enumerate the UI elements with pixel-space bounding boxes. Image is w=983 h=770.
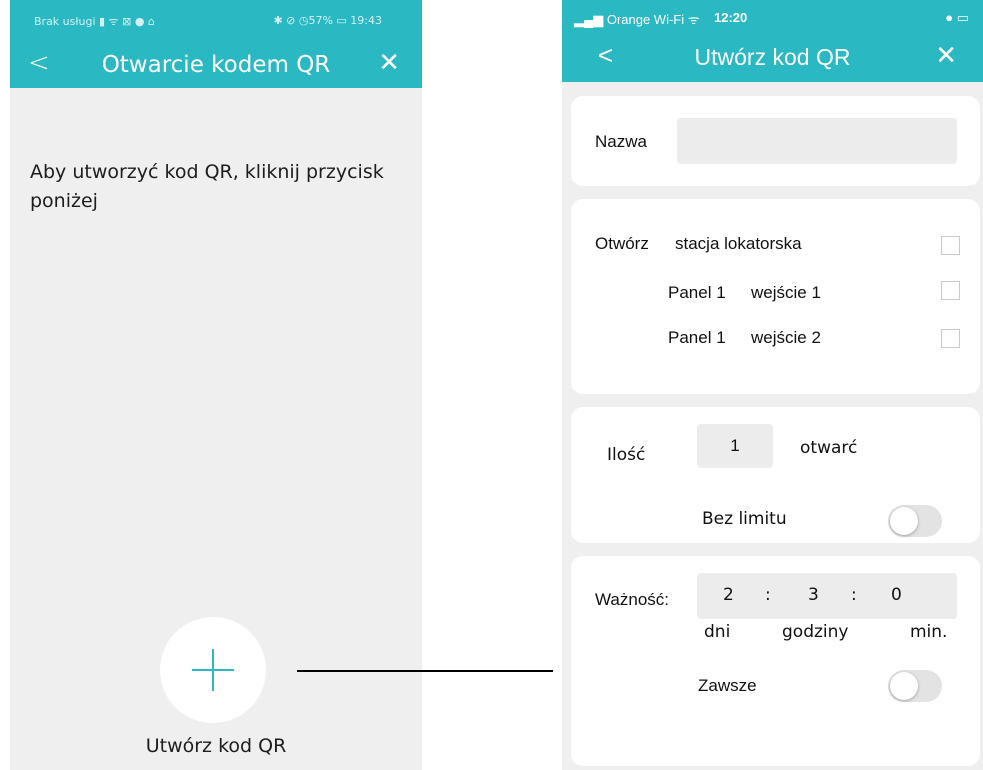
days-unit: dni (704, 622, 731, 642)
no-limit-label: Bez limitu (702, 509, 787, 529)
no-limit-toggle[interactable] (888, 505, 942, 537)
page-title: Otwarcie kodem QR (101, 52, 331, 78)
validity-separator: : (765, 585, 771, 605)
connector-line (297, 670, 553, 672)
plus-icon-vertical (212, 649, 214, 691)
open-card: Otwórz stacja lokatorska Panel 1 wejście… (571, 199, 980, 394)
entry-name: wejście 2 (751, 328, 821, 347)
hours-unit: godziny (782, 622, 849, 642)
right-phone-screen: ▂▄▆ Orange Wi-Fi ᯤ 12:20 ● ▭ < Utwórz ko… (562, 0, 983, 770)
validity-days: 2 (723, 585, 734, 605)
always-label: Zawsze (698, 676, 757, 695)
entry-name: wejście 1 (751, 283, 821, 302)
validity-card: Ważność: 2 : 3 : 0 dni godziny min. Zaws… (571, 556, 980, 766)
status-bar: Brak usługi ▮ ᯤ ⊠ ● ⌂ ✱ ⊘ ◷57% ▭ 19:43 (10, 0, 422, 40)
validity-hours: 3 (808, 585, 819, 605)
minutes-unit: min. (910, 622, 948, 642)
left-phone-screen: Brak usługi ▮ ᯤ ⊠ ● ⌂ ✱ ⊘ ◷57% ▭ 19:43 <… (10, 0, 422, 770)
validity-input[interactable]: 2 : 3 : 0 (697, 573, 957, 619)
instruction-text: Aby utworzyć kod QR, kliknij przycisk po… (30, 161, 384, 212)
toggle-knob (890, 507, 918, 535)
page-title: Utwórz kod QR (694, 44, 851, 70)
nav-bar: < Utwórz kod QR ✕ (562, 36, 983, 82)
name-input[interactable] (677, 118, 957, 164)
quantity-input[interactable]: 1 (697, 424, 773, 468)
validity-separator: : (851, 585, 857, 605)
always-toggle[interactable] (888, 670, 942, 702)
close-icon[interactable]: ✕ (935, 40, 957, 71)
status-bar: ▂▄▆ Orange Wi-Fi ᯤ 12:20 ● ▭ (562, 0, 983, 36)
quantity-label: Ilość (607, 445, 646, 465)
quantity-unit: otwarć (800, 438, 858, 458)
create-qr-button[interactable] (160, 617, 266, 723)
close-icon[interactable]: ✕ (378, 48, 400, 78)
panel-label: Panel 1 (668, 283, 726, 302)
name-label: Nazwa (595, 132, 647, 151)
carrier-label: ▂▄▆ Orange Wi-Fi ᯤ (574, 12, 700, 27)
wifi-icon: ᯤ (684, 12, 700, 27)
panel-label: Panel 1 (668, 328, 726, 347)
status-time: 12:20 (714, 10, 748, 25)
status-right: ✱ ⊘ ◷57% ▭ 19:43 (273, 14, 382, 27)
entry-checkbox[interactable] (941, 281, 960, 300)
open-label: Otwórz (595, 234, 649, 253)
entry-checkbox[interactable] (941, 236, 960, 255)
entry-name: stacja lokatorska (675, 234, 802, 253)
validity-minutes: 0 (891, 585, 902, 605)
status-left: Brak usługi ▮ ᯤ ⊠ ● ⌂ (34, 15, 155, 28)
signal-icon: ▂▄▆ (574, 12, 607, 27)
create-qr-label[interactable]: Utwórz kod QR (10, 735, 422, 757)
entry-checkbox[interactable] (941, 329, 960, 348)
name-card: Nazwa (571, 96, 980, 186)
quantity-card: Ilość 1 otwarć Bez limitu (571, 407, 980, 543)
battery-icon: ● ▭ (945, 10, 969, 25)
nav-bar: < Otwarcie kodem QR ✕ (10, 40, 422, 88)
toggle-knob (890, 672, 918, 700)
validity-label: Ważność: (595, 590, 670, 609)
